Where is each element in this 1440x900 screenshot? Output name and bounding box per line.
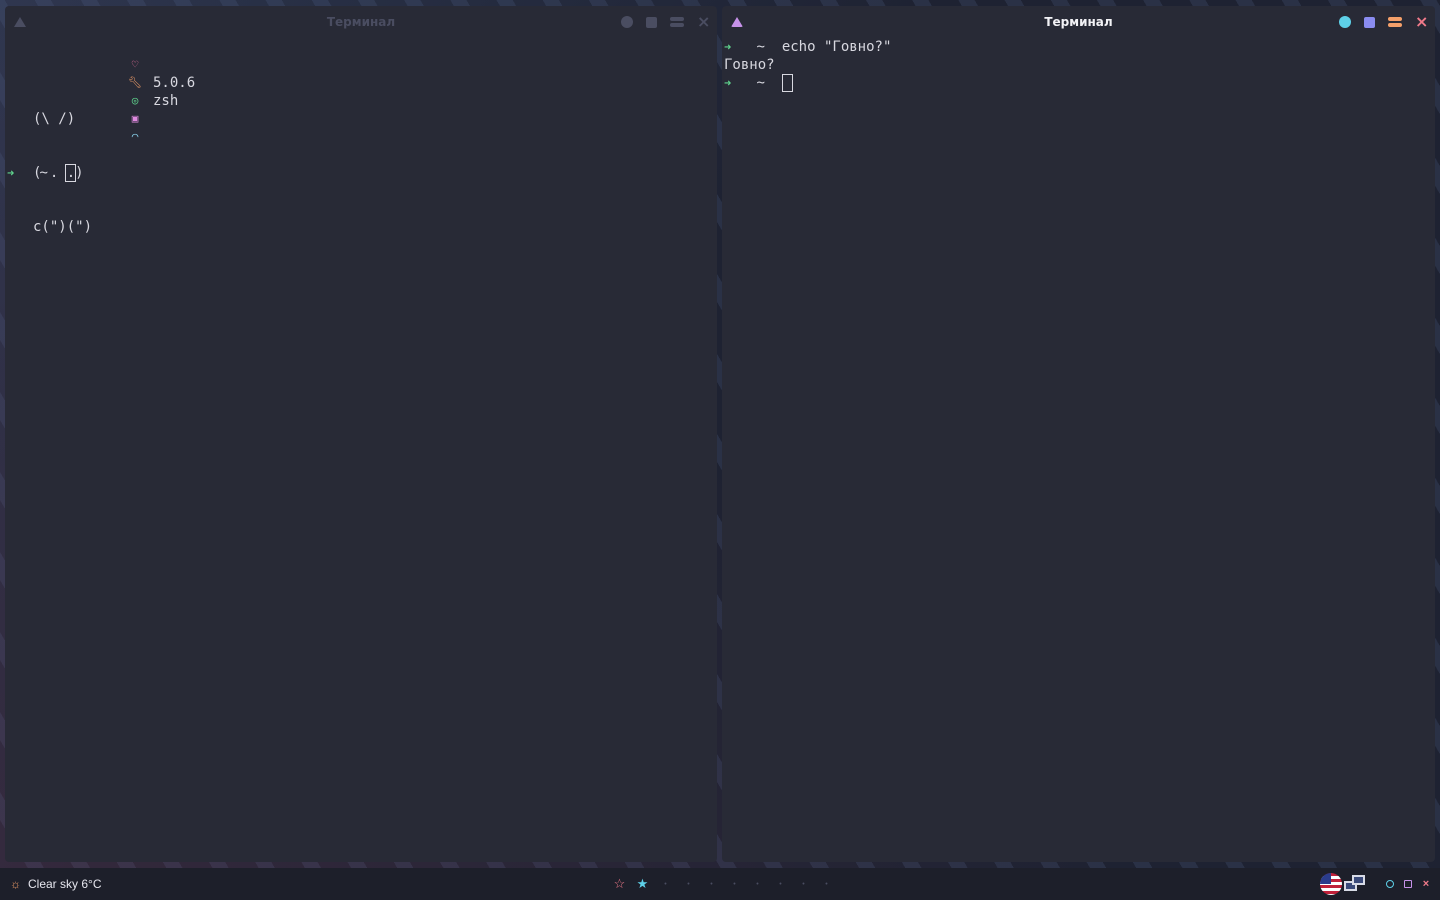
text-cursor <box>64 164 76 182</box>
command-line: ➜ ~ echo "Говно?" <box>724 38 891 56</box>
output-line: Говно? <box>724 56 891 74</box>
weather-text: Clear sky 6°C <box>28 877 102 891</box>
terminal-window-left[interactable]: Терминал × (\ /) ( . .) c(")(") ♡ 🔧︎ 5.0… <box>5 6 717 862</box>
fetch-row: ▣ <box>121 110 195 128</box>
prompt-arrow-icon: ➜ <box>724 40 732 54</box>
minimize-button[interactable] <box>621 16 633 28</box>
fetch-value: 5.0.6 <box>153 75 196 91</box>
prompt-dir: ~ <box>39 165 48 181</box>
workspace-switcher: ☆ ★ • • • • • • • • <box>608 868 838 900</box>
weather-widget[interactable]: ☼ Clear sky 6°C <box>0 877 101 891</box>
shell-icon: ◎ <box>131 94 139 107</box>
sun-icon: ☼ <box>10 877 21 891</box>
shell-prompt[interactable]: ➜ ~ <box>7 164 76 182</box>
fetch-row: ◎ zsh <box>121 92 195 110</box>
workspace-7[interactable]: • <box>746 881 769 888</box>
heart-icon: ♡ <box>131 58 139 71</box>
window-menu-icon[interactable] <box>14 17 26 27</box>
wifi-icon: ◠ <box>131 130 139 143</box>
wrench-icon: 🔧︎ <box>128 76 142 89</box>
fetch-info: ♡ 🔧︎ 5.0.6 ◎ zsh ▣ ◠ <box>121 56 195 272</box>
command-text: echo "Говно?" <box>781 39 892 55</box>
workspace-5[interactable]: • <box>700 881 723 888</box>
terminal-lines: ➜ ~ echo "Говно?" Говно? ➜ ~ <box>724 38 891 92</box>
prompt-dir: ~ <box>756 39 765 55</box>
titlebar[interactable]: Терминал × <box>5 6 717 38</box>
close-icon[interactable]: × <box>1422 879 1430 890</box>
workspace-4[interactable]: • <box>677 881 700 888</box>
prompt-dir: ~ <box>756 75 765 91</box>
us-flag-icon[interactable] <box>1320 873 1342 895</box>
network-icon[interactable] <box>1344 873 1366 895</box>
shell-prompt[interactable]: ➜ ~ <box>724 74 891 92</box>
session-controls: × <box>1386 868 1430 900</box>
circle-button[interactable] <box>1386 880 1394 888</box>
window-title: Терминал <box>1044 15 1113 29</box>
workspace-3[interactable]: • <box>654 881 677 888</box>
minimize-button[interactable] <box>1339 16 1351 28</box>
maximize-button[interactable] <box>1388 16 1402 28</box>
titlebar[interactable]: Терминал × <box>722 6 1435 38</box>
image-icon: ▣ <box>131 112 139 125</box>
prompt-arrow-icon: ➜ <box>724 76 732 90</box>
window-controls: × <box>1339 6 1428 38</box>
workspace-1[interactable]: ☆ <box>608 876 631 892</box>
fetch-row: ◠ <box>121 128 195 146</box>
float-button[interactable] <box>1364 16 1375 28</box>
window-controls: × <box>621 6 710 38</box>
square-button[interactable] <box>1404 880 1412 888</box>
terminal-window-right[interactable]: Терминал × ➜ ~ echo "Говно?" Говно? ➜ ~ <box>722 6 1435 862</box>
close-button[interactable]: × <box>1415 14 1428 30</box>
close-button[interactable]: × <box>697 14 710 30</box>
workspace-10[interactable]: • <box>815 881 838 888</box>
fetch-row: ♡ <box>121 56 195 74</box>
text-cursor <box>781 74 793 92</box>
window-menu-icon[interactable] <box>731 17 743 27</box>
float-button[interactable] <box>646 16 657 28</box>
output-text: Говно? <box>724 57 775 73</box>
workspace-8[interactable]: • <box>769 881 792 888</box>
maximize-button[interactable] <box>670 16 684 28</box>
system-tray <box>1320 868 1366 900</box>
workspace-2[interactable]: ★ <box>631 876 654 892</box>
workspace-6[interactable]: • <box>723 881 746 888</box>
window-title: Терминал <box>326 15 396 29</box>
fetch-row: 🔧︎ 5.0.6 <box>121 74 195 92</box>
workspace-9[interactable]: • <box>792 881 815 888</box>
ascii-line: (\ /) <box>33 111 76 127</box>
ascii-line: c(")(") <box>33 219 93 235</box>
fetch-value: zsh <box>153 93 179 109</box>
prompt-arrow-icon: ➜ <box>7 166 15 180</box>
bottom-bar: ☼ Clear sky 6°C ☆ ★ • • • • • • • • × <box>0 868 1440 900</box>
